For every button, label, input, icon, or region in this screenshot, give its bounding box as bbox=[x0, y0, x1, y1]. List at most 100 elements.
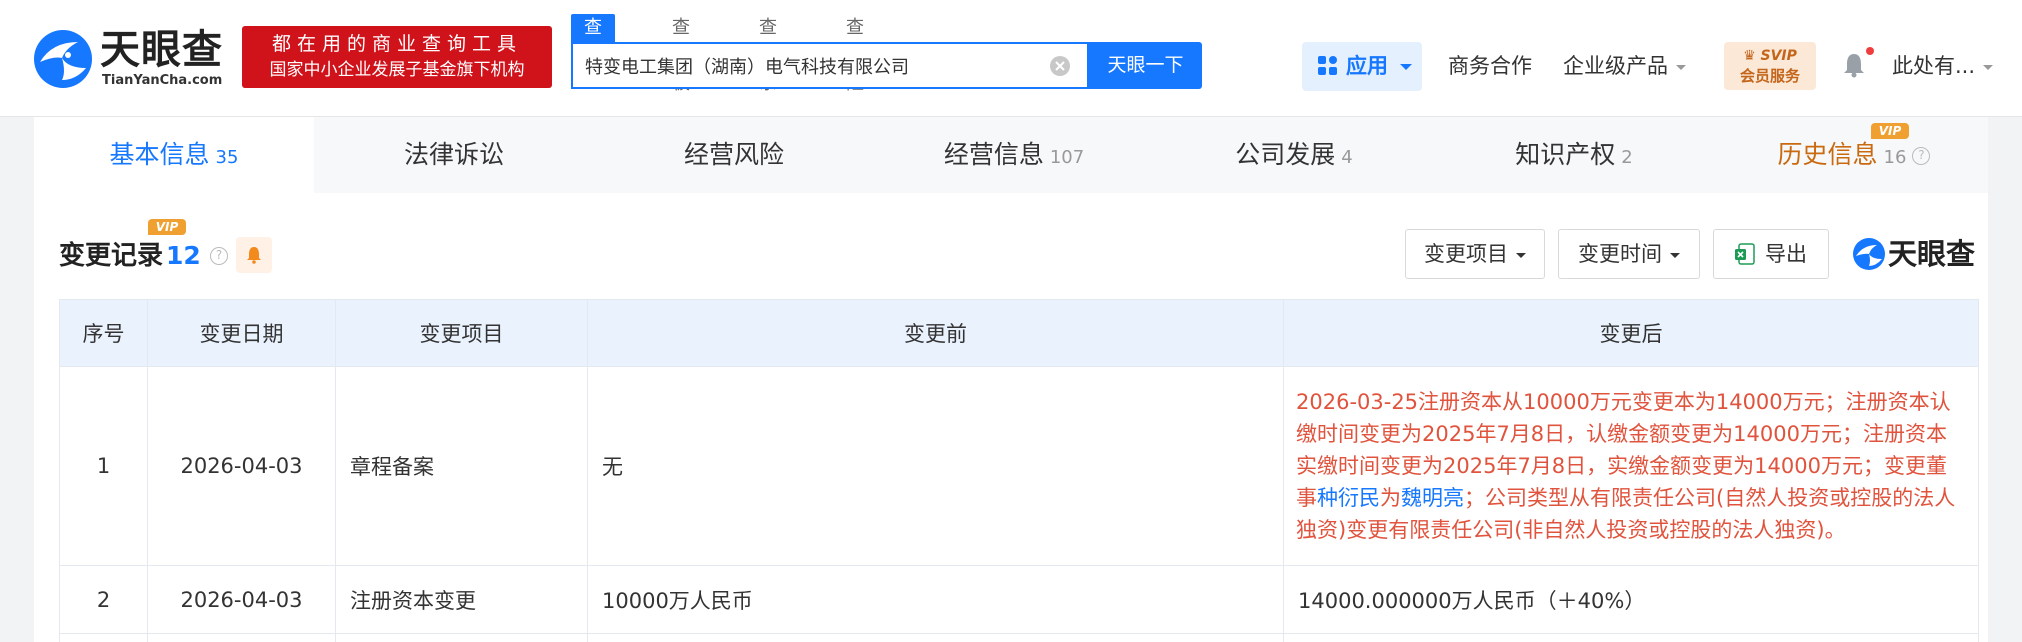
nav-enterprise-label: 企业级产品 bbox=[1563, 54, 1668, 78]
top-header: 天眼查 TianYanCha.com 都在用的商业查询工具 国家中小企业发展子基… bbox=[0, 0, 2022, 117]
clear-icon[interactable] bbox=[1049, 55, 1071, 77]
search-box bbox=[571, 42, 1089, 89]
cell-before bbox=[587, 633, 1284, 642]
help-icon[interactable]: ? bbox=[1912, 147, 1931, 165]
logo-text: 天眼查 bbox=[100, 27, 223, 73]
tab-label: 基本信息 bbox=[109, 140, 210, 169]
vip-badge: VIP bbox=[1871, 123, 1909, 139]
tab-legal[interactable]: 法律诉讼 bbox=[314, 117, 594, 193]
cell-item bbox=[335, 633, 588, 642]
tab-basic-info[interactable]: 基本信息 35 bbox=[34, 117, 314, 193]
tab-history-info[interactable]: 历史信息 16? bbox=[1714, 117, 1994, 193]
tab-intellectual-property[interactable]: 知识产权 2 bbox=[1434, 117, 1714, 193]
nav-enterprise-products[interactable]: 企业级产品 bbox=[1563, 52, 1686, 80]
cell-item: 章程备案 bbox=[335, 366, 588, 566]
tab-label: 知识产权 bbox=[1515, 140, 1616, 169]
help-icon[interactable]: ? bbox=[210, 247, 228, 265]
col-header-before: 变更前 bbox=[587, 299, 1284, 367]
slogan-banner: 都在用的商业查询工具 国家中小企业发展子基金旗下机构 bbox=[242, 26, 552, 88]
cell-date: 2026-04-03 bbox=[147, 366, 336, 566]
tab-count: 107 bbox=[1049, 147, 1085, 168]
app-menu-button[interactable]: 应用 bbox=[1302, 42, 1422, 91]
svip-service-label: 会员服务 bbox=[1739, 67, 1800, 85]
search-tab-risk[interactable]: 查风险 bbox=[846, 14, 864, 94]
tab-count: 4 bbox=[1341, 147, 1353, 168]
cell-after: 2026-03-25注册资本从10000万元变更本为14000万元；注册资本认缴… bbox=[1283, 366, 1979, 566]
col-header-after: 变更后 bbox=[1283, 299, 1979, 367]
change-record-table: 序号 变更日期 变更项目 变更前 变更后 1 2026-04-03 章程备案 无… bbox=[59, 299, 1979, 642]
export-button[interactable]: 导出 bbox=[1713, 229, 1829, 279]
tab-label: 经营信息 bbox=[943, 140, 1044, 169]
table-row bbox=[59, 633, 1979, 642]
apps-grid-icon bbox=[1318, 56, 1337, 75]
tab-label: 法律诉讼 bbox=[403, 140, 504, 169]
notification-bell-icon[interactable] bbox=[1842, 52, 1866, 78]
svip-membership-button[interactable]: ♛ SVIP 会员服务 bbox=[1724, 42, 1816, 90]
excel-icon bbox=[1735, 242, 1755, 265]
table-row: 1 2026-04-03 章程备案 无 2026-03-25注册资本从10000… bbox=[59, 366, 1979, 566]
notification-dot bbox=[1866, 47, 1874, 55]
cell-date: 2026-04-03 bbox=[147, 565, 336, 634]
person-link[interactable]: 种衍民 bbox=[1317, 486, 1380, 510]
chevron-down-icon bbox=[1400, 64, 1412, 70]
person-link[interactable]: 魏明亮 bbox=[1401, 486, 1464, 510]
slogan-line-1: 都在用的商业查询工具 bbox=[271, 33, 522, 55]
change-after-text: 2026-03-25注册资本从10000万元变更本为14000万元；注册资本认缴… bbox=[1284, 374, 1978, 558]
tab-business-info[interactable]: 经营信息 107 bbox=[874, 117, 1154, 193]
export-label: 导出 bbox=[1765, 242, 1807, 266]
cell-after: 14000.000000万人民币（＋40%） bbox=[1283, 565, 1979, 634]
search-tab-company[interactable]: 查公司 bbox=[571, 14, 615, 94]
content-card: 基本信息 35 法律诉讼 经营风险 经营信息 107 公司发展 4 知识产权 2 历史信… bbox=[34, 117, 1988, 642]
cell-index bbox=[59, 633, 148, 642]
chevron-down-icon bbox=[1676, 64, 1686, 70]
search-button[interactable]: 天眼一下 bbox=[1089, 42, 1202, 89]
tab-company-development[interactable]: 公司发展 4 bbox=[1154, 117, 1434, 193]
nav-business-cooperation[interactable]: 商务合作 bbox=[1448, 52, 1532, 80]
cell-date bbox=[147, 633, 336, 642]
chevron-down-icon bbox=[1516, 252, 1526, 258]
user-menu[interactable]: 此处有... bbox=[1892, 52, 1994, 80]
after-text-part: 为 bbox=[1380, 486, 1401, 510]
section-title: 变更记录 bbox=[59, 241, 164, 271]
cell-before: 10000万人民币 bbox=[587, 565, 1284, 634]
tab-label: 公司发展 bbox=[1235, 140, 1336, 169]
table-row: 2 2026-04-03 注册资本变更 10000万人民币 14000.0000… bbox=[59, 565, 1979, 634]
search-tab-boss[interactable]: 查老板 bbox=[672, 14, 690, 94]
search-input[interactable] bbox=[585, 44, 1035, 87]
tab-operation-risk[interactable]: 经营风险 bbox=[594, 117, 874, 193]
bell-icon bbox=[247, 247, 261, 264]
cell-index: 2 bbox=[59, 565, 148, 634]
info-tabs: 基本信息 35 法律诉讼 经营风险 经营信息 107 公司发展 4 知识产权 2 历史信… bbox=[34, 117, 1988, 193]
filter-change-item-dropdown[interactable]: 变更项目 bbox=[1405, 229, 1545, 279]
brand-logo-icon bbox=[1853, 238, 1885, 270]
logo-mark-icon bbox=[34, 30, 92, 88]
cell-after bbox=[1283, 633, 1979, 642]
svip-crown-label: ♛ SVIP bbox=[1743, 48, 1797, 64]
cell-item: 注册资本变更 bbox=[335, 565, 588, 634]
tab-count: 2 bbox=[1621, 147, 1633, 168]
cell-index: 1 bbox=[59, 366, 148, 566]
filter-item-label: 变更项目 bbox=[1424, 242, 1508, 266]
tianyancha-logo[interactable]: 天眼查 TianYanCha.com bbox=[32, 28, 237, 90]
logo-domain: TianYanCha.com bbox=[102, 73, 223, 88]
app-menu-label: 应用 bbox=[1346, 54, 1388, 78]
user-name: 此处有... bbox=[1892, 54, 1976, 78]
slogan-line-2: 国家中小企业发展子基金旗下机构 bbox=[269, 60, 525, 80]
subscribe-bell-button[interactable] bbox=[236, 237, 272, 273]
tab-count: 16 bbox=[1883, 147, 1907, 168]
col-header-index: 序号 bbox=[59, 299, 148, 367]
brand-text: 天眼查 bbox=[1888, 237, 1976, 271]
chevron-down-icon bbox=[1983, 64, 1994, 70]
table-header-row: 序号 变更日期 变更项目 变更前 变更后 bbox=[59, 299, 1979, 367]
col-header-item: 变更项目 bbox=[335, 299, 588, 367]
section-count: 12 bbox=[166, 241, 201, 270]
search-tab-relation[interactable]: 查关系 bbox=[759, 14, 777, 94]
col-header-date: 变更日期 bbox=[147, 299, 336, 367]
filter-time-label: 变更时间 bbox=[1578, 242, 1662, 266]
tab-count: 35 bbox=[215, 147, 239, 168]
svip-label: SVIP bbox=[1760, 48, 1797, 64]
tab-label: 历史信息 bbox=[1777, 140, 1878, 169]
filter-change-time-dropdown[interactable]: 变更时间 bbox=[1558, 229, 1700, 279]
chevron-down-icon bbox=[1670, 252, 1680, 258]
vip-badge: VIP bbox=[148, 219, 186, 235]
